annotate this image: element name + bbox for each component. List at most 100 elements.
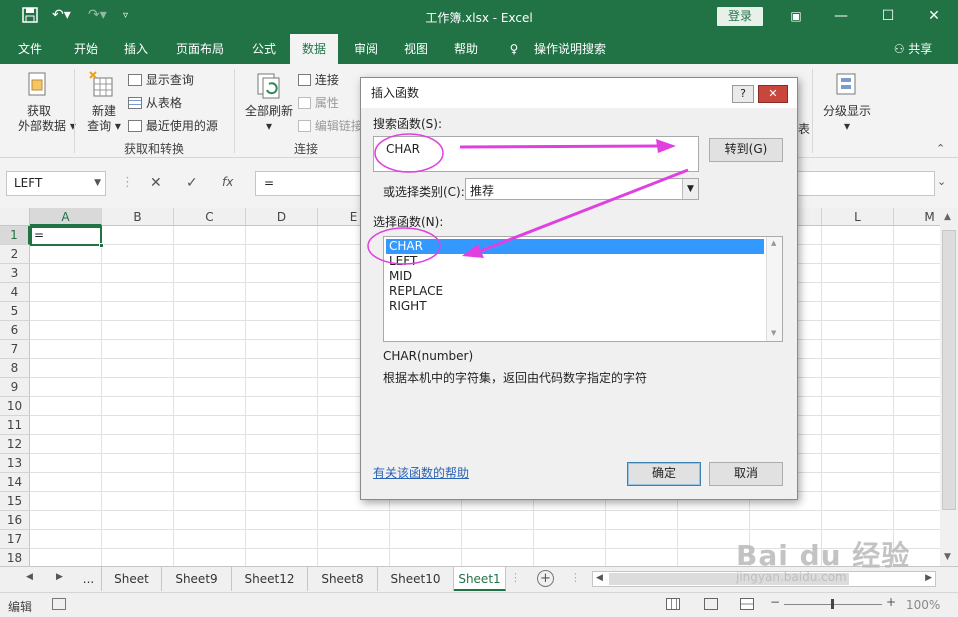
sheet-tab[interactable]: Sheet12 [232, 567, 308, 591]
tab-file[interactable]: 文件 [8, 34, 52, 64]
get-external-data-button[interactable]: 获取 外部数据 ▾ [18, 104, 76, 134]
zoom-in-icon[interactable]: + [886, 595, 896, 609]
go-button[interactable]: 转到(G) [709, 138, 783, 162]
sheet-tab[interactable]: Sheet10 [378, 567, 454, 591]
page-break-view-icon[interactable] [740, 598, 754, 610]
sheet-tab-ellipsis[interactable]: ... [76, 567, 102, 591]
function-list[interactable]: CHAR LEFT MID REPLACE RIGHT ▲ ▼ [383, 236, 783, 342]
column-header[interactable]: A [30, 208, 102, 226]
tab-formulas[interactable]: 公式 [242, 34, 286, 64]
row-header[interactable]: 1 [0, 226, 30, 245]
scroll-down-icon[interactable]: ▼ [771, 329, 776, 337]
add-sheet-icon[interactable]: + [537, 570, 554, 587]
normal-view-icon[interactable] [666, 598, 680, 610]
next-sheet-icon[interactable]: ▶ [56, 572, 63, 582]
function-list-item[interactable]: MID [386, 269, 764, 284]
outline-button[interactable]: 分级显示 ▾ [820, 104, 874, 134]
login-button[interactable]: 登录 [717, 7, 763, 26]
properties-button[interactable]: 属性 [298, 94, 339, 111]
maximize-icon[interactable]: ☐ [876, 5, 900, 27]
ok-button[interactable]: 确定 [627, 462, 701, 486]
tab-home[interactable]: 开始 [64, 34, 108, 64]
row-header[interactable]: 4 [0, 283, 30, 302]
prev-sheet-icon[interactable]: ◀ [26, 572, 33, 582]
tell-me-search[interactable]: 操作说明搜索 [530, 34, 610, 64]
scroll-up-icon[interactable]: ▲ [771, 239, 776, 247]
sheet-tab[interactable]: Sheet9 [162, 567, 232, 591]
cancel-button[interactable]: 取消 [709, 462, 783, 486]
tab-splitter-icon[interactable]: ⋮ [510, 571, 521, 584]
scroll-up-icon[interactable]: ▲ [944, 212, 951, 222]
tab-view[interactable]: 视图 [394, 34, 438, 64]
macro-record-icon[interactable] [52, 598, 66, 610]
tab-help[interactable]: 帮助 [444, 34, 488, 64]
minimize-icon[interactable]: — [829, 5, 853, 27]
tab-page-layout[interactable]: 页面布局 [168, 34, 232, 64]
vertical-scrollbar[interactable]: ▲ ▼ [940, 208, 958, 566]
row-header[interactable]: 13 [0, 454, 30, 473]
search-function-input[interactable]: CHAR [373, 136, 699, 172]
row-header[interactable]: 16 [0, 511, 30, 530]
row-header[interactable]: 17 [0, 530, 30, 549]
new-query-button[interactable]: 新建 查询 ▾ [84, 104, 124, 134]
zoom-out-icon[interactable]: − [770, 595, 780, 609]
column-header[interactable]: D [246, 208, 318, 226]
category-select[interactable]: 推荐 ▼ [465, 178, 699, 200]
row-header[interactable]: 3 [0, 264, 30, 283]
expand-formula-bar-icon[interactable]: ⌄ [937, 175, 946, 188]
function-list-item[interactable]: RIGHT [386, 299, 764, 314]
name-box[interactable]: LEFT ▼ [6, 171, 106, 196]
select-all-corner[interactable] [0, 208, 30, 226]
scroll-splitter-icon[interactable]: ⋮ [570, 571, 581, 584]
row-header[interactable]: 11 [0, 416, 30, 435]
close-icon[interactable]: ✕ [922, 5, 946, 27]
row-header[interactable]: 9 [0, 378, 30, 397]
column-header[interactable]: B [102, 208, 174, 226]
from-table-button[interactable]: 从表格 [128, 94, 182, 111]
zoom-slider-thumb[interactable] [831, 599, 834, 609]
fill-handle[interactable] [99, 243, 104, 248]
row-header[interactable]: 8 [0, 359, 30, 378]
sheet-tab[interactable]: Sheet8 [308, 567, 378, 591]
scroll-left-icon[interactable]: ◀ [596, 573, 603, 583]
collapse-ribbon-icon[interactable]: ⌃ [936, 142, 945, 155]
tab-review[interactable]: 审阅 [344, 34, 388, 64]
row-header[interactable]: 14 [0, 473, 30, 492]
active-cell-a1[interactable]: = [30, 226, 104, 248]
row-header[interactable]: 15 [0, 492, 30, 511]
column-header[interactable]: M [894, 208, 940, 226]
ribbon-display-icon[interactable]: ▣ [784, 5, 808, 27]
edit-links-button[interactable]: 编辑链接 [298, 117, 360, 134]
confirm-entry-icon[interactable]: ✓ [186, 175, 198, 191]
function-list-item[interactable]: REPLACE [386, 284, 764, 299]
tab-data[interactable]: 数据 [290, 34, 338, 64]
tab-insert[interactable]: 插入 [114, 34, 158, 64]
insert-function-icon[interactable]: fx [222, 175, 233, 189]
column-header[interactable]: L [822, 208, 894, 226]
scroll-thumb[interactable] [942, 230, 956, 510]
function-list-scrollbar[interactable]: ▲ ▼ [766, 237, 782, 341]
scroll-right-icon[interactable]: ▶ [925, 573, 932, 583]
zoom-level[interactable]: 100% [906, 598, 940, 612]
dialog-close-icon[interactable]: ✕ [758, 85, 788, 103]
row-header[interactable]: 12 [0, 435, 30, 454]
refresh-all-button[interactable]: 全部刷新 ▾ [244, 104, 294, 134]
chevron-down-icon[interactable]: ▼ [94, 172, 101, 195]
sheet-tab[interactable]: Sheet [102, 567, 162, 591]
scroll-down-icon[interactable]: ▼ [944, 552, 951, 562]
page-layout-view-icon[interactable] [704, 598, 718, 610]
function-list-item[interactable]: CHAR [386, 239, 764, 254]
row-header[interactable]: 5 [0, 302, 30, 321]
row-header[interactable]: 2 [0, 245, 30, 264]
row-header[interactable]: 18 [0, 549, 30, 566]
function-help-link[interactable]: 有关该函数的帮助 [373, 464, 469, 481]
connections-button[interactable]: 连接 [298, 71, 339, 88]
recent-sources-button[interactable]: 最近使用的源 [128, 117, 218, 134]
show-query-button[interactable]: 显示查询 [128, 71, 194, 88]
row-header[interactable]: 7 [0, 340, 30, 359]
row-header[interactable]: 10 [0, 397, 30, 416]
column-header[interactable]: C [174, 208, 246, 226]
share-button[interactable]: ⚇ 共享 [888, 34, 938, 64]
help-icon[interactable]: ? [732, 85, 754, 103]
cancel-entry-icon[interactable]: ✕ [150, 175, 162, 191]
